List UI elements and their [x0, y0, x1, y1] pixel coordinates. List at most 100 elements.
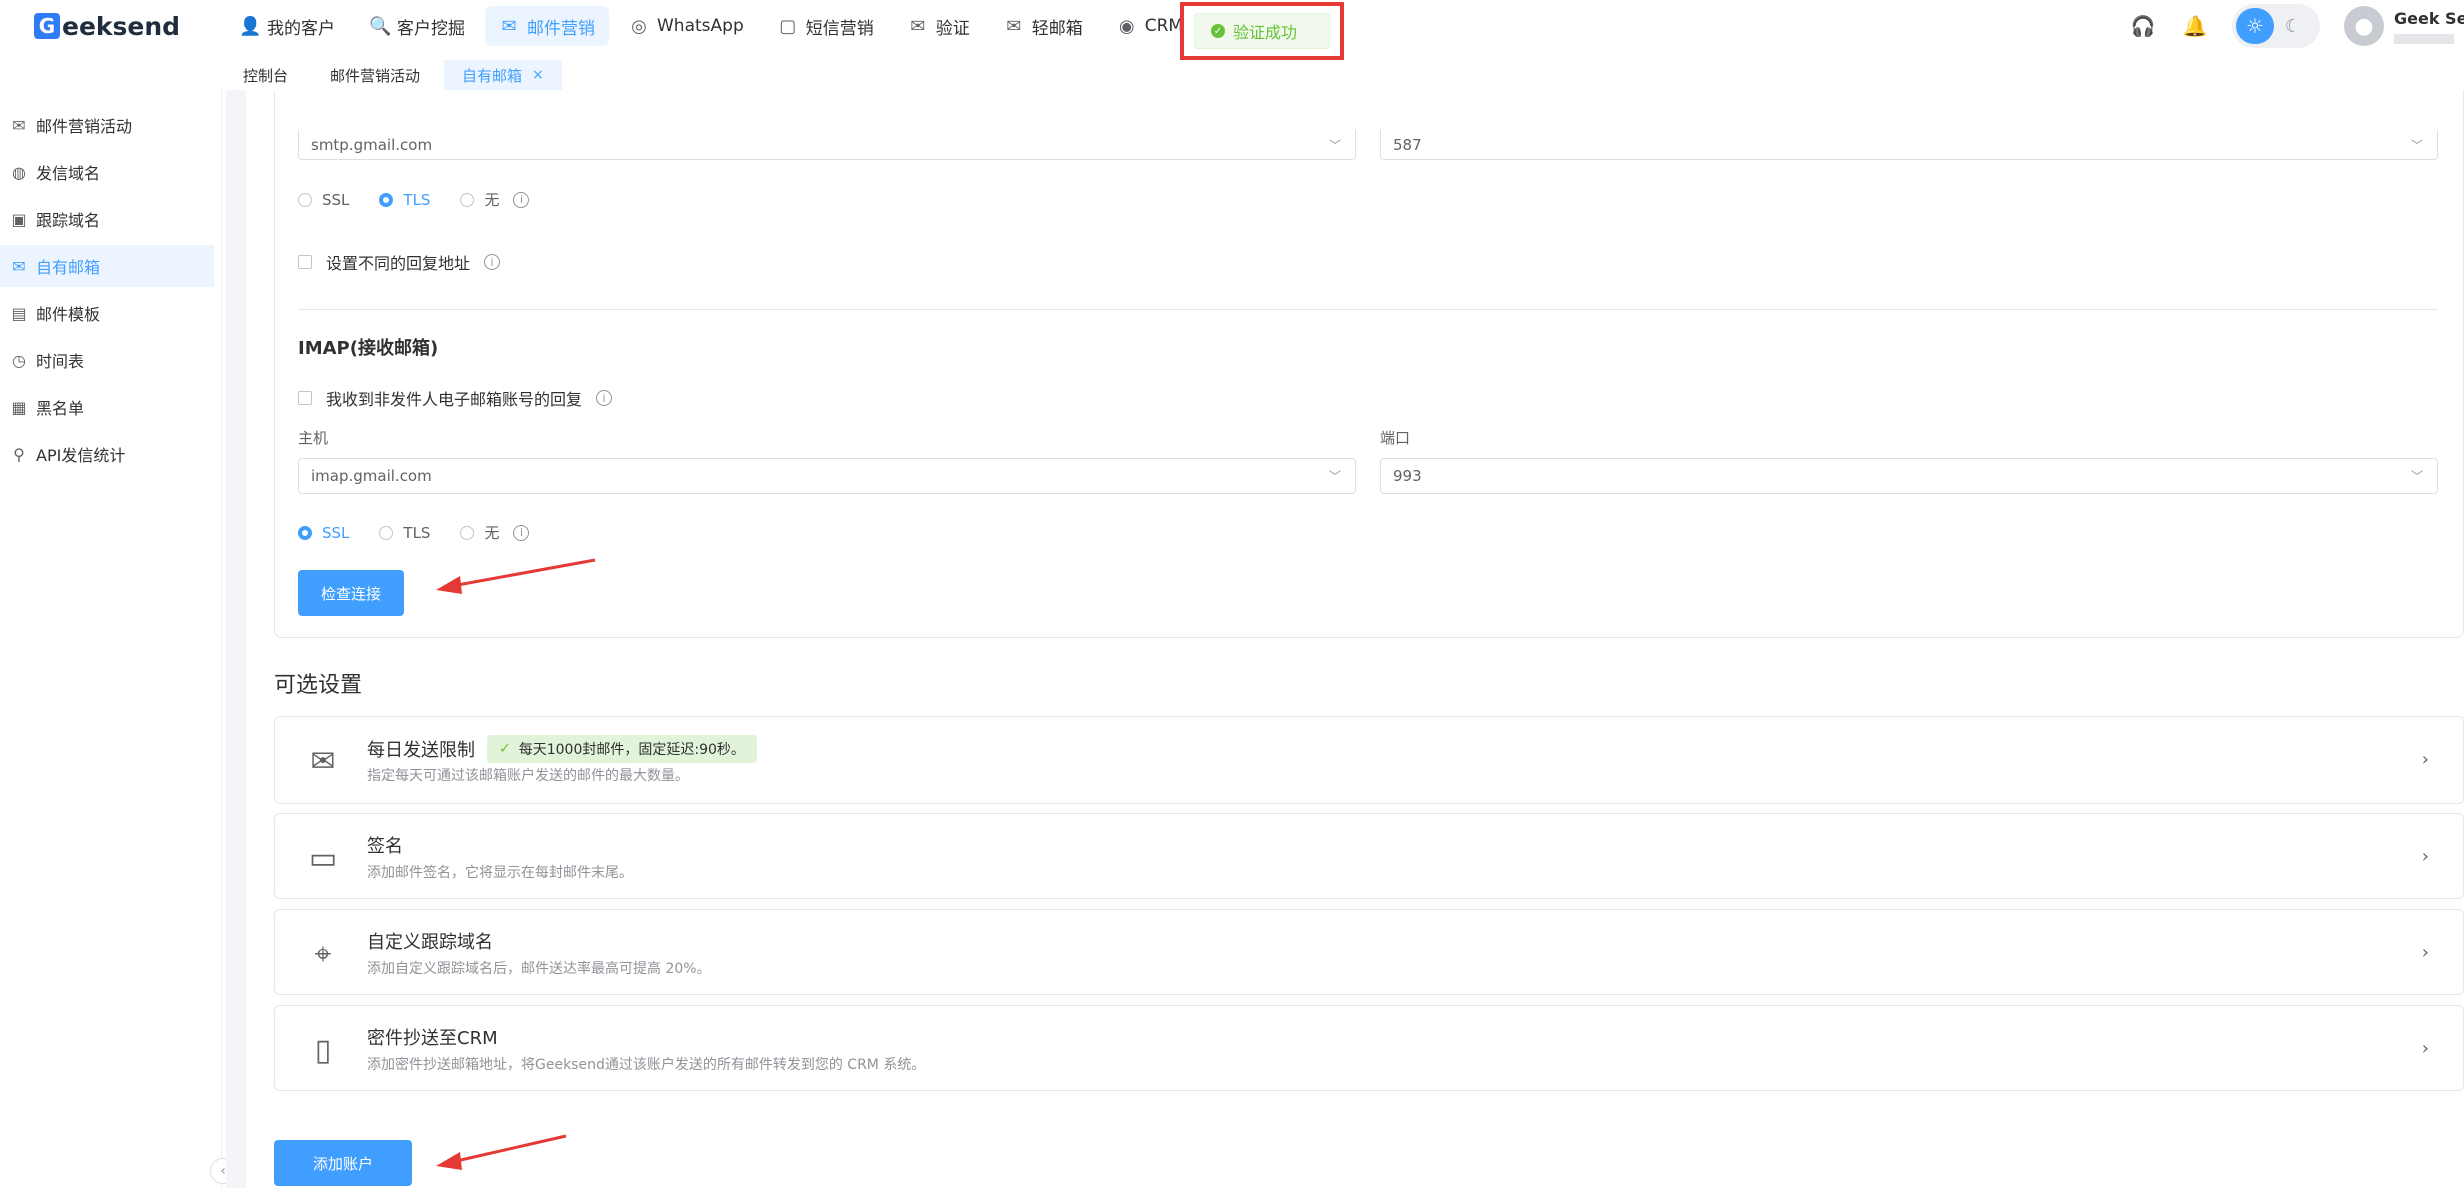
- checkbox-box[interactable]: [298, 391, 312, 405]
- sidebar-item-schedule[interactable]: ◷ 时间表: [0, 339, 214, 381]
- bell-icon[interactable]: 🔔: [2180, 11, 2210, 41]
- imap-section-title: IMAP(接收邮箱): [298, 338, 439, 359]
- tracking-icon: ▣: [11, 209, 27, 229]
- mailbox-icon: ✉: [1006, 15, 1022, 37]
- nav-label: 验证: [935, 18, 970, 39]
- crm-icon: ◉: [1118, 15, 1135, 37]
- check-circle-icon: ✓: [1211, 24, 1225, 38]
- imap-port-select[interactable]: 993 ﹀: [1380, 458, 2438, 494]
- smtp-host-select[interactable]: smtp.gmail.com ﹀: [298, 130, 1356, 160]
- imap-host-select[interactable]: imap.gmail.com ﹀: [298, 458, 1356, 494]
- moon-icon[interactable]: ☾: [2274, 8, 2312, 44]
- user-icon: 👤: [239, 15, 262, 37]
- sun-icon[interactable]: ☼: [2236, 8, 2274, 44]
- avatar[interactable]: ●: [2344, 6, 2384, 46]
- toast-text: 验证成功: [1233, 23, 1298, 42]
- nav-label: 我的客户: [267, 18, 335, 39]
- smtp-radio-ssl[interactable]: SSL: [298, 191, 349, 209]
- info-icon[interactable]: i: [596, 390, 613, 406]
- nav-whatsapp[interactable]: ◎ WhatsApp: [615, 6, 758, 46]
- whatsapp-icon: ◎: [631, 15, 647, 37]
- sidebar-item-label: 邮件模板: [36, 305, 101, 324]
- mail-check-icon: ✉: [910, 15, 926, 37]
- optional-settings-title: 可选设置: [274, 673, 363, 698]
- sidebar-item-templates[interactable]: ▤ 邮件模板: [0, 292, 214, 334]
- smtp-port-select[interactable]: 587 ﹀: [1380, 130, 2438, 160]
- smtp-radio-none[interactable]: 无: [460, 189, 499, 210]
- close-icon[interactable]: ×: [532, 67, 544, 83]
- chevron-down-icon: ﹀: [1328, 138, 1341, 152]
- card-title: 每日发送限制 ✓ 每天1000封邮件，固定延迟:90秒。: [367, 735, 757, 763]
- checkbox-box[interactable]: [298, 255, 312, 269]
- user-info[interactable]: Geek Sen: [2394, 9, 2464, 44]
- sidebar-item-sending-domain[interactable]: ◍ 发信域名: [0, 151, 214, 193]
- daily-limit-card[interactable]: ✉ 每日发送限制 ✓ 每天1000封邮件，固定延迟:90秒。 指定每天可通过该邮箱…: [274, 716, 2464, 804]
- template-icon: ▤: [11, 303, 27, 323]
- sidebar-item-label: 黑名单: [36, 399, 85, 418]
- non-sender-reply-checkbox[interactable]: 我收到非发件人电子邮箱账号的回复 i: [298, 386, 613, 410]
- imap-host-value: imap.gmail.com: [311, 467, 432, 485]
- chevron-right-icon[interactable]: ›: [2422, 846, 2429, 867]
- top-nav: 👤 我的客户 🔍 客户挖掘 ✉ 邮件营销 ◎ WhatsApp ▢ 短信营销 ✉ 验证 ✉ 轻…: [225, 6, 1203, 46]
- radio-dot: [298, 192, 312, 207]
- tab-label: 自有邮箱: [462, 66, 523, 85]
- user-sub-redacted: [2394, 33, 2454, 44]
- smtp-radio-tls[interactable]: TLS: [379, 191, 430, 209]
- theme-toggle[interactable]: ☼ ☾: [2232, 4, 2320, 48]
- imap-radio-tls[interactable]: TLS: [379, 524, 430, 542]
- radio-dot: [460, 192, 475, 207]
- tracking-send-icon: ⌖: [314, 936, 332, 972]
- bcc-crm-card[interactable]: ▯ 密件抄送至CRM 添加密件抄送邮箱地址，将Geeksend通过该账户发送的所…: [274, 1005, 2464, 1091]
- connection-card: [274, 90, 2464, 638]
- nav-my-customers[interactable]: 👤 我的客户: [225, 6, 349, 46]
- checkbox-label: 设置不同的回复地址: [326, 254, 471, 273]
- chevron-right-icon[interactable]: ›: [2422, 942, 2429, 963]
- mail-icon: ✉: [12, 256, 26, 276]
- reply-address-checkbox[interactable]: 设置不同的回复地址 i: [298, 250, 501, 274]
- header-right: 🎧 🔔 ☼ ☾ ● Geek Sen: [2128, 0, 2464, 52]
- radio-label: 无: [484, 191, 500, 209]
- annotation-arrow: [436, 558, 596, 594]
- sidebar-item-email-campaigns[interactable]: ✉ 邮件营销活动: [0, 104, 214, 146]
- radio-dot: [460, 525, 475, 540]
- tab-email-campaigns[interactable]: 邮件营销活动: [312, 60, 438, 90]
- checkbox-label: 我收到非发件人电子邮箱账号的回复: [326, 390, 583, 409]
- chevron-right-icon[interactable]: ›: [2422, 749, 2429, 770]
- smtp-encryption-radios: SSL TLS 无 i: [298, 189, 530, 210]
- radio-dot: [379, 525, 394, 540]
- clock-icon: ◷: [12, 350, 26, 370]
- chevron-right-icon[interactable]: ›: [2422, 1038, 2429, 1059]
- sidebar-item-tracking-domain[interactable]: ▣ 跟踪域名: [0, 198, 214, 240]
- sidebar-item-blacklist[interactable]: ▦ 黑名单: [0, 386, 214, 428]
- nav-light-mailbox[interactable]: ✉ 轻邮箱: [990, 6, 1097, 46]
- user-name: Geek Sen: [2394, 8, 2464, 28]
- nav-verify[interactable]: ✉ 验证: [894, 6, 984, 46]
- nav-label: WhatsApp: [657, 16, 744, 36]
- smtp-host-value: smtp.gmail.com: [311, 135, 433, 154]
- nav-sms-marketing[interactable]: ▢ 短信营销: [764, 6, 888, 46]
- check-connection-button[interactable]: 检查连接: [298, 570, 404, 616]
- sidebar-item-label: 发信域名: [36, 164, 101, 183]
- nav-customer-mining[interactable]: 🔍 客户挖掘: [355, 6, 479, 46]
- nav-email-marketing[interactable]: ✉ 邮件营销: [485, 6, 609, 46]
- radio-label: SSL: [322, 523, 350, 542]
- nav-label: 客户挖掘: [397, 18, 465, 39]
- custom-tracking-domain-card[interactable]: ⌖ 自定义跟踪域名 添加自定义跟踪域名后，邮件送达率最高可提高 20%。 ›: [274, 909, 2464, 995]
- info-icon[interactable]: i: [513, 524, 530, 541]
- tab-own-mailbox[interactable]: 自有邮箱 ×: [444, 60, 562, 90]
- sidebar-item-api-stats[interactable]: ⚲ API发信统计: [0, 433, 214, 475]
- signature-card[interactable]: ▭ 签名 添加邮件签名，它将显示在每封邮件末尾。 ›: [274, 813, 2464, 899]
- nav-label: 轻邮箱: [1031, 18, 1083, 39]
- tab-dashboard[interactable]: 控制台: [225, 60, 306, 90]
- chevron-down-icon: ﹀: [1328, 469, 1341, 484]
- imap-radio-none[interactable]: 无: [460, 522, 499, 543]
- radio-dot: [298, 525, 312, 540]
- sidebar-item-own-mailbox[interactable]: ✉ 自有邮箱: [0, 245, 214, 287]
- geeksend-logo[interactable]: G eeksend: [34, 11, 180, 41]
- imap-port-value: 993: [1393, 467, 1422, 485]
- imap-radio-ssl[interactable]: SSL: [298, 524, 349, 542]
- headset-icon[interactable]: 🎧: [2128, 11, 2158, 41]
- add-account-button[interactable]: 添加账户: [274, 1140, 412, 1186]
- info-icon[interactable]: i: [513, 191, 530, 208]
- info-icon[interactable]: i: [484, 254, 501, 270]
